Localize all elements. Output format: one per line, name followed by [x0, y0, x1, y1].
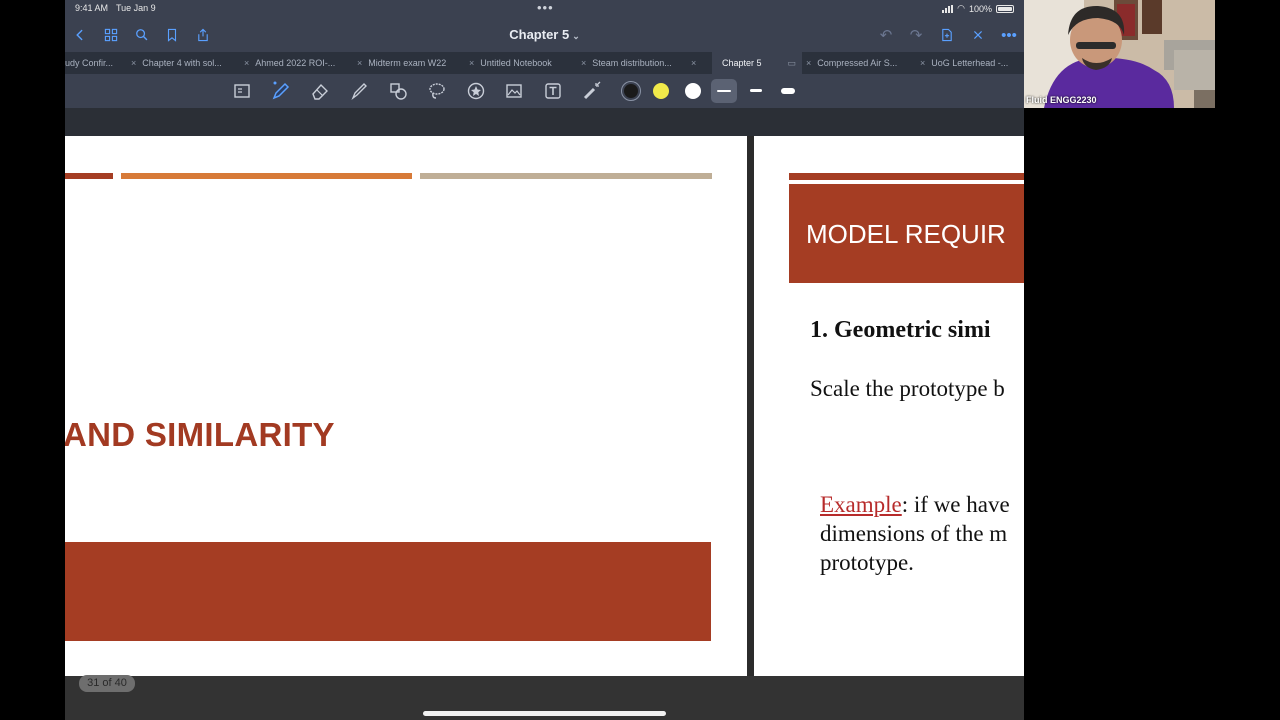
slide-heading: 1. Geometric simi [810, 317, 991, 343]
stroke-thick-icon[interactable] [781, 88, 795, 94]
image-tool-icon[interactable] [502, 80, 526, 102]
example-line-3: prototype. [820, 550, 914, 575]
tab-label: Chapter 5 [722, 58, 762, 68]
slide-stripe-orange [121, 173, 412, 179]
more-options-icon[interactable]: ••• [998, 24, 1020, 46]
lasso-tool-icon[interactable] [425, 80, 449, 102]
tab-label: UoG Letterhead -... [931, 58, 1009, 68]
status-time: 9:41 AM [75, 3, 109, 13]
slide-footer-block [65, 542, 711, 641]
slide-title: AND SIMILARITY [65, 416, 335, 453]
page-counter-badge: 31 of 40 [79, 675, 135, 692]
tab-close-icon[interactable]: × [691, 58, 696, 68]
color-white-swatch[interactable] [685, 83, 701, 99]
tab-chapter-4[interactable]: × Chapter 4 with sol... [131, 52, 222, 74]
ipad-app-window: 9:41 AM Tue Jan 9 ••• ◠ 100% Chapter 5 ⌄ … [65, 0, 1024, 720]
example-line-2: dimensions of the m [820, 521, 1008, 546]
tab-close-icon[interactable]: × [469, 58, 474, 68]
color-black-swatch[interactable] [624, 84, 638, 98]
participant-video-tile[interactable]: Fluid ENGG2230 [1024, 0, 1215, 108]
close-icon[interactable] [967, 24, 989, 46]
tab-study-confirmation[interactable]: udy Confir... [65, 52, 113, 74]
tab-label: Midterm exam W22 [368, 58, 447, 68]
color-yellow-swatch[interactable] [653, 83, 669, 99]
tab-close-icon[interactable]: × [357, 58, 362, 68]
stroke-thin-icon [717, 90, 731, 92]
slide-page-left[interactable]: AND SIMILARITY [65, 136, 747, 676]
tab-label: Steam distribution... [592, 58, 672, 68]
status-bar: 9:41 AM Tue Jan 9 ••• ◠ 100% [65, 0, 1024, 18]
reader-mode-icon[interactable] [230, 80, 254, 102]
tab-label: Ahmed 2022 ROI-... [255, 58, 336, 68]
tab-ahmed-2022[interactable]: × Ahmed 2022 ROI-... [244, 52, 335, 74]
split-view-icon[interactable]: ▭ [787, 52, 796, 74]
laser-pointer-icon[interactable] [580, 80, 604, 102]
slide-stripe-tan [420, 173, 712, 179]
tab-uog-letterhead[interactable]: × UoG Letterhead -... [920, 52, 1008, 74]
chevron-down-icon: ⌄ [572, 31, 580, 41]
tab-label: Compressed Air S... [817, 58, 898, 68]
status-date: Tue Jan 9 [116, 3, 156, 13]
highlighter-tool-icon[interactable] [347, 80, 371, 102]
tab-label: Untitled Notebook [480, 58, 552, 68]
battery-percent: 100% [968, 3, 992, 14]
slide-header-text: MODEL REQUIR [806, 219, 1006, 249]
tab-close-icon[interactable]: × [131, 58, 136, 68]
tab-midterm-exam[interactable]: × Midterm exam W22 [357, 52, 446, 74]
eraser-tool-icon[interactable] [308, 80, 332, 102]
tab-close-icon[interactable]: × [806, 58, 811, 68]
document-title-text: Chapter 5 [509, 27, 570, 42]
tab-close-before-active[interactable]: × [691, 52, 702, 74]
undo-icon[interactable]: ↶ [875, 24, 897, 46]
tab-untitled-notebook[interactable]: × Untitled Notebook [469, 52, 552, 74]
document-tabs: udy Confir... × Chapter 4 with sol... × Ah… [65, 52, 1024, 74]
slide-stripe-red [789, 173, 1024, 180]
multitask-dots-icon[interactable]: ••• [537, 0, 554, 15]
elements-sticker-icon[interactable] [464, 80, 488, 102]
tab-label: Chapter 4 with sol... [142, 58, 222, 68]
example-link[interactable]: Example [820, 492, 902, 517]
document-canvas[interactable]: AND SIMILARITY MODEL REQUIR 1. Geometric… [65, 136, 1024, 676]
shape-tool-icon[interactable] [386, 80, 410, 102]
tab-label: udy Confir... [65, 58, 114, 68]
tab-close-icon[interactable]: × [244, 58, 249, 68]
redo-icon[interactable]: ↷ [905, 24, 927, 46]
battery-icon [996, 4, 1014, 13]
annotation-toolbar [65, 74, 1024, 108]
example-text: : if we have [901, 492, 1010, 517]
text-tool-icon[interactable] [541, 80, 565, 102]
tab-steam-distribution[interactable]: × Steam distribution... [581, 52, 672, 74]
slide-page-right[interactable]: MODEL REQUIR 1. Geometric simi Scale the… [754, 136, 1024, 676]
slide-body-line: Scale the prototype b [810, 376, 1005, 401]
toolbar-shadow [65, 108, 1024, 136]
tab-close-icon[interactable]: × [920, 58, 925, 68]
stroke-medium-icon[interactable] [750, 89, 762, 92]
slide-example: Example: if we have dimensions of the m … [820, 490, 1010, 577]
wifi-icon: ◠ [957, 3, 965, 13]
participant-name-label: Fluid ENGG2230 [1026, 95, 1097, 105]
add-page-icon[interactable] [936, 24, 958, 46]
tab-chapter-5-active[interactable]: Chapter 5 ▭ [712, 52, 802, 74]
status-indicators: ◠ 100% [942, 3, 1014, 14]
navigation-bar: Chapter 5 ⌄ ↶ ↷ ••• [65, 18, 1024, 52]
cellular-signal-icon [942, 4, 954, 13]
webcam-video-image [1024, 0, 1215, 108]
tab-close-icon[interactable]: × [581, 58, 586, 68]
home-indicator[interactable] [423, 711, 666, 716]
slide-stripe-red [65, 173, 113, 179]
pen-tool-icon[interactable] [269, 80, 293, 102]
tab-compressed-air[interactable]: × Compressed Air S... [806, 52, 897, 74]
